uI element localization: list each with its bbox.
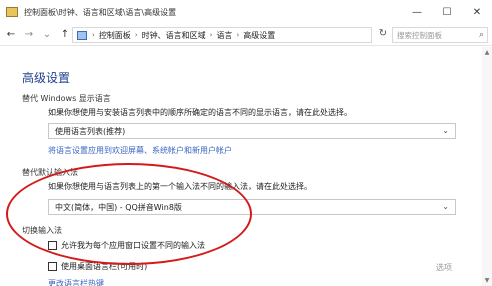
display-language-select[interactable]: 使用语言列表(推荐) ⌄ — [48, 123, 456, 139]
display-language-section-title: 替代 Windows 显示语言 — [22, 94, 111, 103]
maximize-button[interactable]: ☐ — [432, 0, 462, 24]
back-arrow-icon[interactable]: ← — [4, 29, 18, 40]
chevron-down-icon: ⌄ — [442, 202, 449, 211]
breadcrumb-control-panel[interactable]: 控制面板 — [99, 30, 131, 41]
breadcrumb-language[interactable]: 语言 — [216, 30, 232, 41]
breadcrumb-clock-language-region[interactable]: 时钟、语言和区域 — [142, 30, 206, 41]
control-panel-folder-icon — [6, 7, 18, 17]
title-bar: 控制面板\时钟、语言和区域\语言\高级设置 — ☐ ✕ — [0, 0, 492, 24]
desktop-language-bar-label: 使用桌面语言栏(可用时) — [61, 262, 148, 271]
minimize-button[interactable]: — — [402, 0, 432, 24]
control-panel-icon — [77, 30, 87, 40]
input-method-select-value: 中文(简体，中国) - QQ拼音Win8版 — [55, 202, 182, 212]
window-controls: — ☐ ✕ — [402, 0, 492, 24]
desktop-language-bar-checkbox[interactable]: 使用桌面语言栏(可用时) — [48, 261, 147, 272]
breadcrumb-separator: › — [209, 31, 213, 39]
breadcrumb-advanced-settings[interactable]: 高级设置 — [243, 30, 275, 41]
scroll-up-icon[interactable]: ▲ — [482, 49, 492, 56]
page-title: 高级设置 — [22, 71, 71, 85]
recent-locations-chevron-icon[interactable]: ⌄ — [40, 29, 54, 40]
navigation-bar: ← → ⌄ ↑ › 控制面板 › 时钟、语言和区域 › 语言 › 高级设置 ↻ … — [0, 24, 492, 46]
main-content: 高级设置 替代 Windows 显示语言 如果你想使用与安装语言列表中的顺序所确… — [0, 47, 492, 286]
search-icon[interactable]: ⌕ — [479, 30, 484, 40]
up-arrow-icon[interactable]: ↑ — [58, 29, 72, 40]
checkbox-box[interactable] — [48, 241, 57, 250]
breadcrumb-separator: › — [134, 31, 138, 39]
refresh-icon[interactable]: ↻ — [376, 28, 390, 42]
input-method-section-title: 替代默认输入法 — [22, 168, 78, 177]
options-link[interactable]: 选项 — [436, 262, 452, 273]
per-app-input-method-checkbox[interactable]: 允许我为每个应用窗口设置不同的输入法 — [48, 240, 205, 251]
switch-input-section-title: 切换输入法 — [22, 226, 62, 235]
scroll-down-icon[interactable]: ▼ — [482, 277, 492, 284]
apply-to-welcome-screen-link[interactable]: 将语言设置应用到欢迎屏幕、系统帐户和新用户帐户 — [48, 145, 232, 156]
search-placeholder: 搜索控制面板 — [397, 30, 442, 40]
checkbox-box[interactable] — [48, 262, 57, 271]
chevron-down-icon: ⌄ — [442, 126, 449, 135]
change-language-bar-hotkeys-link[interactable]: 更改语言栏热键 — [48, 278, 104, 286]
forward-arrow-icon[interactable]: → — [22, 29, 36, 40]
input-method-select[interactable]: 中文(简体，中国) - QQ拼音Win8版 ⌄ — [48, 199, 456, 215]
close-button[interactable]: ✕ — [462, 0, 492, 24]
per-app-input-method-label: 允许我为每个应用窗口设置不同的输入法 — [61, 241, 205, 250]
address-bar[interactable]: › 控制面板 › 时钟、语言和区域 › 语言 › 高级设置 — [72, 27, 372, 43]
display-language-select-value: 使用语言列表(推荐) — [55, 126, 126, 136]
breadcrumb-separator: › — [236, 31, 240, 39]
input-method-description: 如果你想使用与语言列表上的第一个输入法不同的输入法，请在此处选择。 — [48, 182, 312, 191]
breadcrumb-separator: › — [92, 31, 95, 39]
search-input[interactable]: 搜索控制面板 ⌕ — [392, 27, 488, 43]
vertical-scrollbar[interactable]: ▲ ▼ — [482, 47, 492, 286]
display-language-description: 如果你想使用与安装语言列表中的顺序所确定的语言不同的显示语言，请在此处选择。 — [48, 108, 352, 117]
window-title: 控制面板\时钟、语言和区域\语言\高级设置 — [24, 7, 177, 17]
